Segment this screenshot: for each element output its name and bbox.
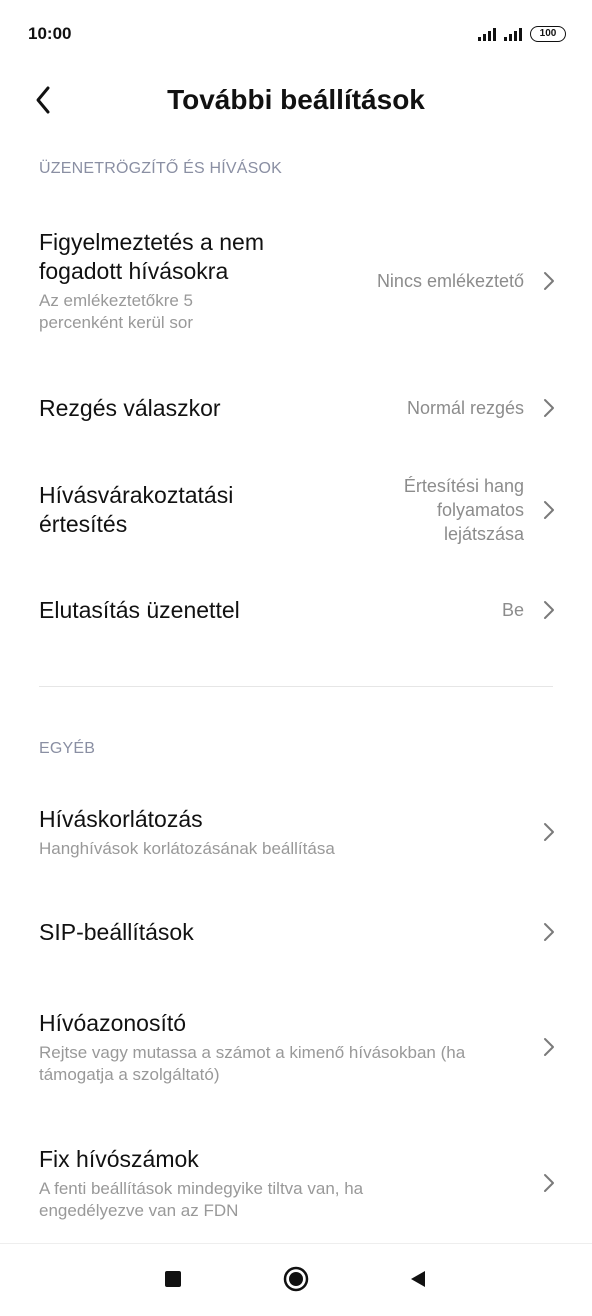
row-title: Híváskorlátozás	[39, 805, 203, 832]
reject-with-message-row[interactable]: Elutasítás üzenettel Be	[39, 582, 556, 638]
call-barring-row[interactable]: Híváskorlátozás Hanghívások korlátozásán…	[39, 800, 556, 864]
row-subtitle: A fenti beállítások mindegyike tiltva va…	[39, 1178, 364, 1220]
signal-icon	[478, 27, 496, 41]
row-value: Nincs emlékeztető	[376, 271, 524, 291]
row-title: Rezgés válaszkor	[39, 394, 221, 421]
triangle-left-icon	[411, 1271, 425, 1287]
call-waiting-notification-row[interactable]: Hívásvárakoztatási értesítés Értesítési …	[39, 472, 556, 548]
row-subtitle: Rejtse vagy mutassa a számot a kimenő hí…	[39, 1042, 466, 1084]
signal-icon	[504, 27, 522, 41]
chevron-right-icon	[544, 1174, 554, 1192]
back-nav-button[interactable]	[403, 1264, 433, 1294]
sip-settings-row[interactable]: SIP-beállítások	[39, 904, 556, 960]
missed-call-reminder-row[interactable]: Figyelmeztetés a nem fogadott hívásokra …	[39, 226, 556, 336]
caller-id-row[interactable]: Hívóazonosító Rejtse vagy mutassa a szám…	[39, 1004, 556, 1090]
chevron-right-icon	[544, 823, 554, 841]
status-icons: 100	[478, 26, 566, 42]
chevron-right-icon	[544, 923, 554, 941]
chevron-right-icon	[544, 601, 554, 619]
recents-button[interactable]	[158, 1264, 188, 1294]
navigation-bar	[0, 1243, 592, 1316]
circle-icon	[283, 1266, 309, 1292]
row-value: Be	[501, 600, 524, 620]
row-title: Elutasítás üzenettel	[39, 596, 240, 623]
row-subtitle: Az emlékeztetőkre 5 percenként kerül sor	[39, 291, 194, 332]
row-title: Hívásvárakoztatási értesítés	[39, 482, 234, 537]
row-value: Normál rezgés	[406, 398, 524, 418]
battery-icon: 100	[530, 26, 566, 42]
row-title: Hívóazonosító	[39, 1009, 187, 1036]
chevron-right-icon	[544, 399, 554, 417]
fixed-dialing-numbers-row[interactable]: Fix hívószámok A fenti beállítások minde…	[39, 1140, 556, 1226]
chevron-right-icon	[544, 501, 554, 519]
row-title: Figyelmeztetés a nem fogadott hívásokra	[39, 229, 264, 284]
page-title: További beállítások	[167, 84, 425, 115]
chevron-right-icon	[544, 1038, 554, 1056]
status-time: 10:00	[28, 24, 72, 43]
row-value: Értesítési hang folyamatos lejátszása	[403, 476, 524, 544]
row-title: Fix hívószámok	[39, 1145, 199, 1172]
square-icon	[165, 1271, 181, 1287]
status-bar: 10:00 100	[0, 0, 592, 70]
vibrate-on-answer-row[interactable]: Rezgés válaszkor Normál rezgés	[39, 380, 556, 436]
row-title: SIP-beállítások	[39, 918, 194, 945]
home-button[interactable]	[281, 1264, 311, 1294]
section-title: ÜZENETRÖGZÍTŐ ÉS HÍVÁSOK	[39, 160, 283, 177]
section-divider	[39, 686, 553, 687]
header: További beállítások	[0, 70, 592, 130]
chevron-right-icon	[544, 272, 554, 290]
row-subtitle: Hanghívások korlátozásának beállítása	[39, 838, 335, 858]
section-title: EGYÉB	[39, 740, 96, 757]
